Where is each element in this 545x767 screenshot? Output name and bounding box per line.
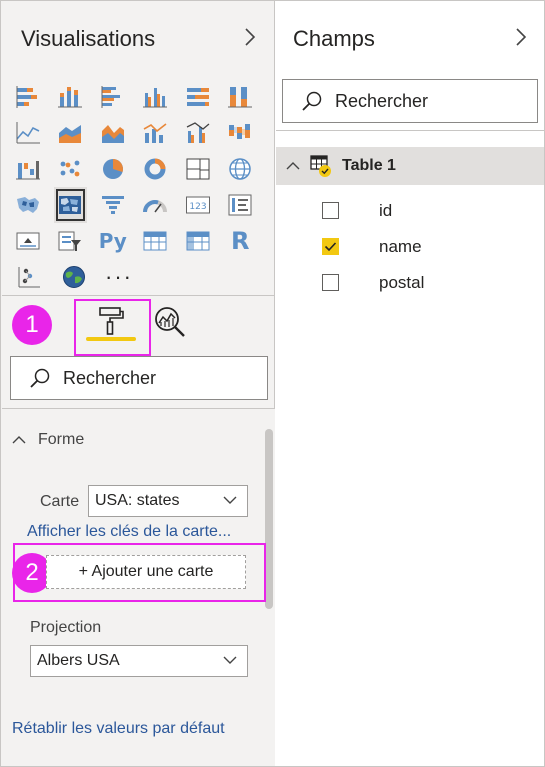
ribbon-chart-icon[interactable] <box>224 115 258 151</box>
python-visual-label: Py <box>98 229 127 253</box>
shape-map-icon-selected[interactable] <box>53 187 87 223</box>
field-name[interactable]: name <box>322 237 422 256</box>
treemap-icon[interactable] <box>181 151 215 187</box>
matrix-visual-icon[interactable] <box>181 223 215 259</box>
gallery-divider <box>2 295 275 296</box>
gauge-icon[interactable] <box>139 187 173 223</box>
arcgis-map-icon[interactable] <box>56 259 92 295</box>
scrollbar-thumb[interactable] <box>265 429 273 609</box>
field-id[interactable]: id <box>322 201 392 220</box>
carte-dropdown-value: USA: states <box>95 492 180 509</box>
chevron-down-icon <box>223 656 237 664</box>
stacked-area-chart-icon[interactable] <box>96 115 130 151</box>
carte-label: Carte <box>40 493 80 510</box>
projection-dropdown[interactable]: Albers USA <box>30 645 248 677</box>
kpi-icon[interactable] <box>11 223 45 259</box>
add-map-button[interactable]: + Ajouter une carte <box>46 555 246 589</box>
more-visuals-label: ··· <box>105 264 133 289</box>
format-tab[interactable] <box>74 297 150 355</box>
python-visual-icon[interactable]: Py <box>96 223 130 259</box>
line-and-stacked-column-chart-icon[interactable] <box>139 115 173 151</box>
funnel-chart-icon[interactable] <box>96 187 130 223</box>
table-1-row[interactable]: Table 1 <box>276 147 544 185</box>
visualisations-title: Visualisations <box>21 26 156 51</box>
fields-search-input[interactable]: Rechercher <box>282 79 538 123</box>
chevron-up-icon <box>286 162 300 170</box>
search-icon <box>302 91 322 111</box>
paint-roller-icon <box>99 307 124 335</box>
clustered-column-chart-icon[interactable] <box>139 79 173 115</box>
projection-dropdown-value: Albers USA <box>37 652 120 669</box>
field-postal[interactable]: postal <box>322 273 424 292</box>
table-name: Table 1 <box>342 157 396 174</box>
projection-label: Projection <box>30 619 102 636</box>
visual-gallery: 123 Py R ··· <box>11 79 266 295</box>
r-visual-label: R <box>231 227 250 255</box>
donut-chart-icon[interactable] <box>139 151 173 187</box>
pane-tabs: 1 <box>2 297 275 361</box>
forme-section-label: Forme <box>38 431 85 448</box>
checkmark-icon <box>324 242 337 252</box>
format-search-placeholder: Rechercher <box>63 367 157 388</box>
field-label-name: name <box>379 236 422 256</box>
field-label-postal: postal <box>379 272 425 292</box>
key-influencers-icon[interactable] <box>11 259 47 295</box>
scatter-chart-icon[interactable] <box>54 151 88 187</box>
slicer-icon[interactable] <box>54 223 88 259</box>
collapse-visualisations-chevron-icon[interactable] <box>243 26 257 54</box>
table-visual-icon[interactable] <box>139 223 173 259</box>
card-icon[interactable]: 123 <box>181 187 215 223</box>
fields-title: Champs <box>293 26 375 51</box>
reset-defaults-link[interactable]: Rétablir les valeurs par défaut <box>12 720 225 738</box>
filled-map-icon[interactable] <box>11 187 45 223</box>
analytics-magnifier-icon <box>155 307 185 337</box>
fields-pane: Champs Rechercher Table 1 id name postal <box>276 1 544 766</box>
step-1-badge: 1 <box>12 305 52 345</box>
100-stacked-column-chart-icon[interactable] <box>224 79 258 115</box>
waterfall-chart-icon[interactable] <box>11 151 45 187</box>
field-checkbox-id[interactable] <box>322 202 339 219</box>
line-and-clustered-column-chart-icon[interactable] <box>181 115 215 151</box>
chevron-up-icon <box>12 436 26 444</box>
multi-row-card-icon[interactable] <box>224 187 258 223</box>
stacked-bar-chart-icon[interactable] <box>11 79 45 115</box>
collapse-fields-chevron-icon[interactable] <box>514 26 528 54</box>
fields-search-divider <box>276 130 544 131</box>
field-checkbox-name-checked[interactable] <box>322 238 339 255</box>
search-icon <box>30 368 50 388</box>
100-stacked-bar-chart-icon[interactable] <box>181 79 215 115</box>
card-icon-label: 123 <box>189 202 206 212</box>
fields-search-placeholder: Rechercher <box>335 90 429 111</box>
visualisations-pane: Visualisations 123 Py R ··· 1 Rechercher… <box>1 1 275 766</box>
analytics-tab[interactable] <box>152 305 188 344</box>
format-options: Forme Carte USA: states Afficher les clé… <box>2 409 275 766</box>
field-label-id: id <box>379 200 393 220</box>
carte-dropdown[interactable]: USA: states <box>88 485 248 517</box>
line-chart-icon[interactable] <box>11 115 45 151</box>
map-icon[interactable] <box>224 151 258 187</box>
chevron-down-icon <box>223 496 237 504</box>
area-chart-icon[interactable] <box>54 115 88 151</box>
pie-chart-icon[interactable] <box>96 151 130 187</box>
table-check-icon <box>310 155 331 177</box>
r-visual-icon[interactable]: R <box>224 223 258 259</box>
stacked-column-chart-icon[interactable] <box>54 79 88 115</box>
show-map-keys-link[interactable]: Afficher les clés de la carte... <box>27 523 231 541</box>
format-scrollbar[interactable] <box>265 429 273 609</box>
forme-section-header[interactable]: Forme <box>12 431 84 449</box>
format-search-input[interactable]: Rechercher <box>10 356 268 400</box>
field-checkbox-postal[interactable] <box>322 274 339 291</box>
more-visuals-icon[interactable]: ··· <box>101 259 137 295</box>
clustered-bar-chart-icon[interactable] <box>96 79 130 115</box>
active-tab-indicator <box>86 337 136 341</box>
